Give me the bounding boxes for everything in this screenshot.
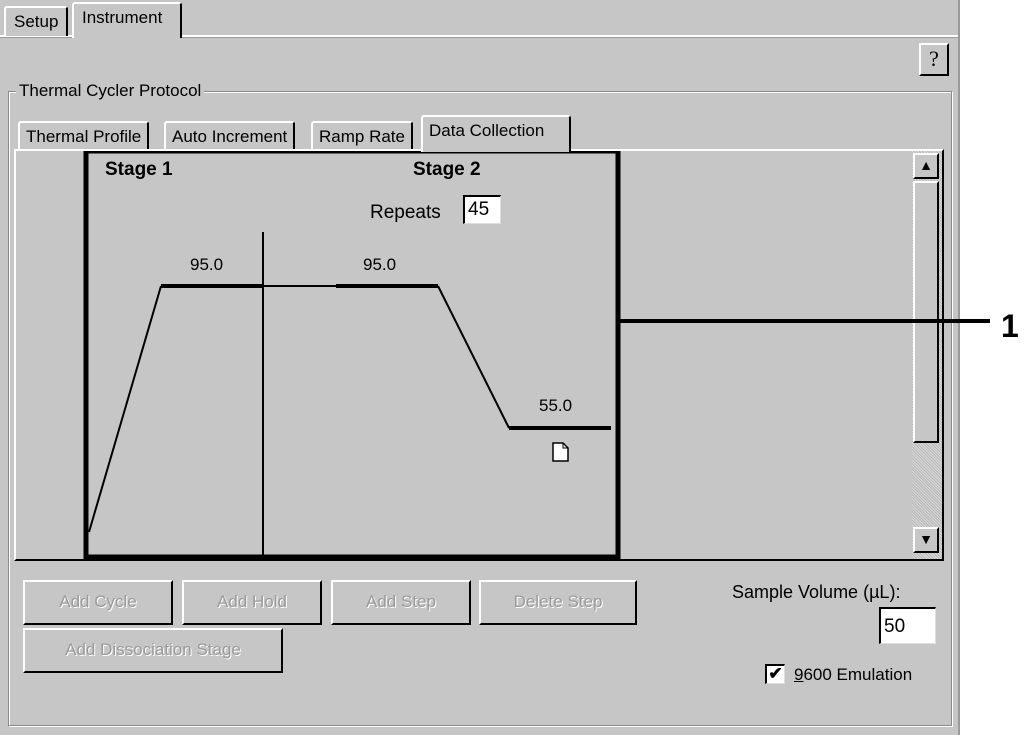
tab-data-collection[interactable]: Data Collection [421,115,571,152]
callout-number: 1 [1001,308,1019,344]
callout-overlay: 1 [618,308,1019,344]
tab-instrument[interactable]: Instrument [72,2,182,38]
